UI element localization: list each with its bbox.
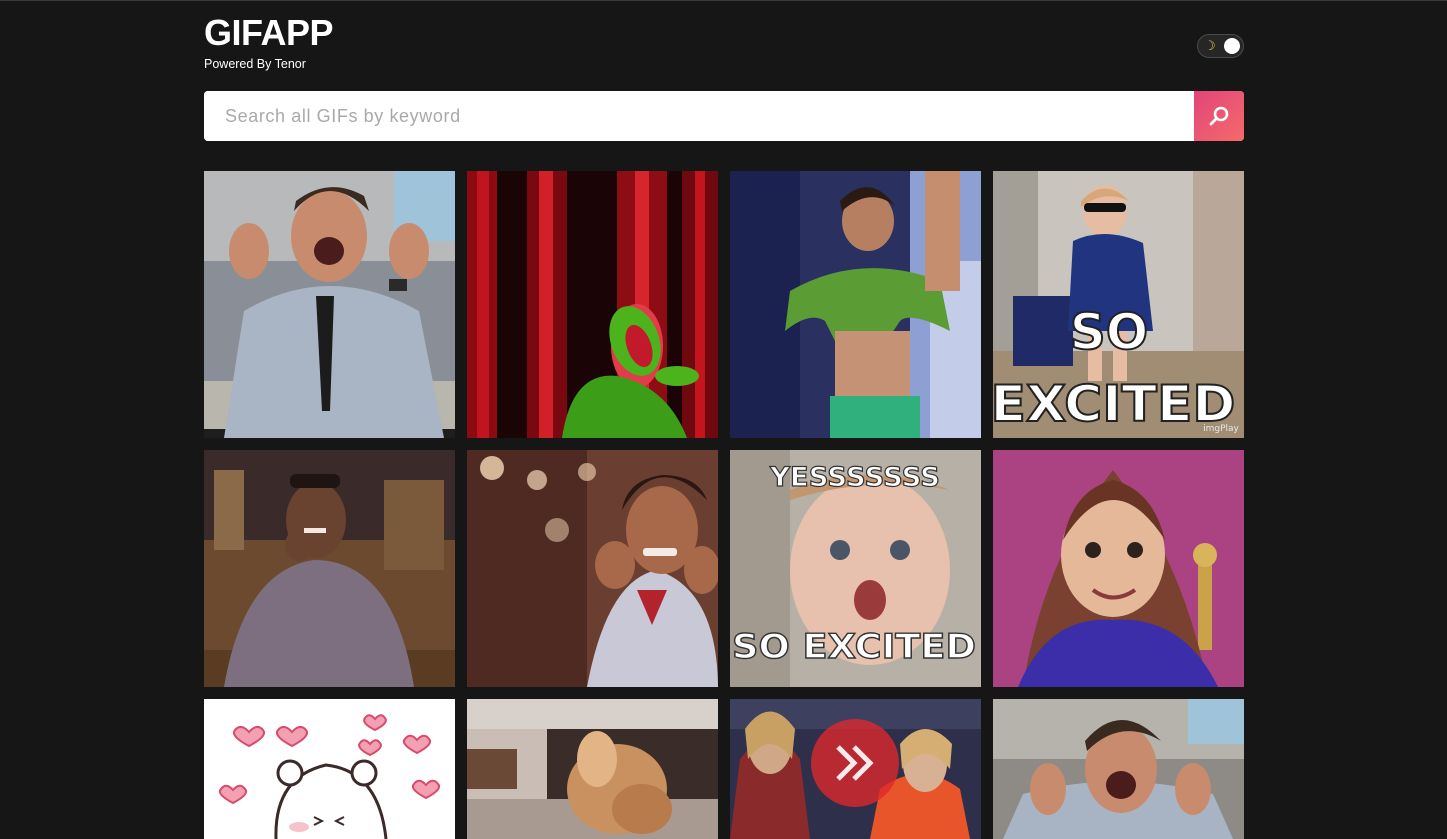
search-icon	[1209, 106, 1229, 126]
gif-image	[204, 171, 455, 438]
gif-tile-dancing-women[interactable]	[730, 699, 981, 839]
gif-tile-man-laughing[interactable]	[204, 171, 455, 438]
gif-tile-dog[interactable]	[467, 699, 718, 839]
gif-image	[730, 171, 981, 438]
gif-tile-talk-show-laugh[interactable]	[204, 450, 455, 687]
gif-image	[467, 699, 718, 839]
gif-image	[204, 699, 455, 839]
search-bar	[204, 91, 1244, 141]
search-button[interactable]	[1194, 91, 1244, 141]
gif-tile-girl-fists[interactable]	[467, 450, 718, 687]
gif-tile-man-laughing-2[interactable]	[993, 699, 1244, 839]
toggle-knob	[1224, 38, 1240, 54]
gif-tile-toddler-so-excited[interactable]: SO EXCITED imgPlay	[993, 171, 1244, 438]
app-title: GIFAPP	[204, 12, 334, 53]
gif-tile-baby-yes[interactable]: YESSSSSSS SO EXCITED	[730, 450, 981, 687]
gif-image	[204, 450, 455, 687]
gif-image	[993, 699, 1244, 839]
gif-image	[467, 450, 718, 687]
search-input[interactable]	[204, 91, 1194, 141]
top-border	[0, 0, 1447, 1]
gif-image: SO EXCITED imgPlay	[993, 171, 1244, 438]
gif-image	[993, 450, 1244, 687]
gif-image: YESSSSSSS SO EXCITED	[730, 450, 981, 687]
caption-top: SO	[1070, 303, 1149, 361]
watermark: imgPlay	[1203, 424, 1239, 434]
caption-bottom: EXCITED	[993, 375, 1236, 433]
theme-toggle[interactable]: ☽	[1197, 34, 1244, 58]
caption-top: YESSSSSSS	[769, 462, 940, 493]
brand: GIFAPP Powered By Tenor	[204, 12, 334, 72]
moon-icon: ☽	[1204, 38, 1216, 53]
gif-tile-boy-dancing[interactable]	[730, 171, 981, 438]
gif-image	[467, 171, 718, 438]
gif-tile-kermit[interactable]	[467, 171, 718, 438]
app-subtitle: Powered By Tenor	[204, 57, 306, 71]
gif-tile-girl-face[interactable]	[993, 450, 1244, 687]
gif-image	[730, 699, 981, 839]
caption-bottom: SO EXCITED	[732, 627, 976, 667]
gif-tile-bear-hearts[interactable]	[204, 699, 455, 839]
